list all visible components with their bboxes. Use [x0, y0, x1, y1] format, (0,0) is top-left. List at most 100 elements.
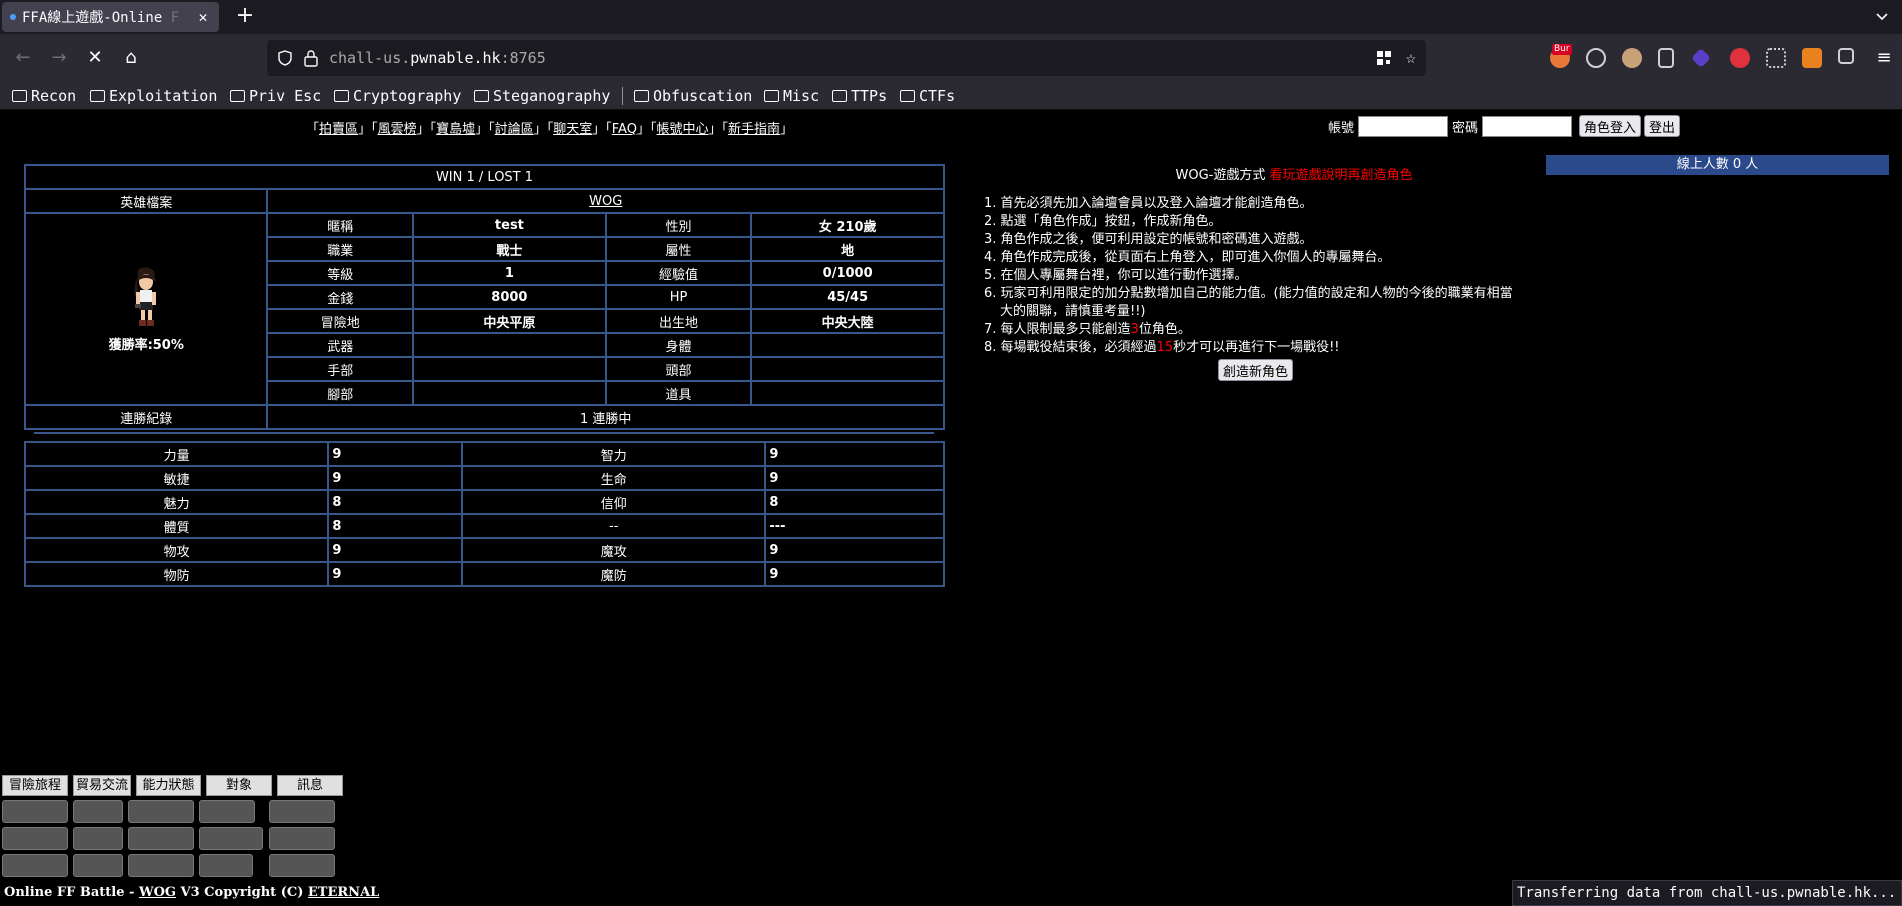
field-value [412, 332, 607, 358]
extensions-puzzle-icon[interactable] [1838, 48, 1854, 64]
menu-disabled-row [2, 854, 348, 877]
guide-item-text: 秒才可以再進行下一場戰役!! [1173, 340, 1340, 355]
field-value [412, 356, 607, 382]
profile-name-link[interactable]: WOG [589, 194, 622, 209]
nav-link-chat[interactable]: 聊天室 [553, 122, 592, 137]
nav-link-faq[interactable]: FAQ [612, 122, 637, 137]
bookmark-folder-exploitation[interactable]: Exploitation [90, 86, 217, 106]
trash-extension-icon[interactable] [1658, 48, 1674, 68]
close-tab-icon[interactable]: ✕ [195, 8, 211, 26]
top-nav-links: 「拍賣區」「風雲榜」「寶島墟」「討論區」「聊天室」「FAQ」「帳號中心」「新手指… [306, 118, 793, 137]
lock-icon[interactable] [303, 49, 319, 67]
hexagon-extension-icon[interactable] [1691, 48, 1711, 68]
bookmark-folder-steganography[interactable]: Steganography [474, 86, 610, 106]
disabled-menu-button [2, 854, 68, 877]
guide-title-link[interactable]: 看玩遊戲說明再創造角色 [1269, 168, 1412, 183]
extension-badge: Bur [1552, 44, 1572, 55]
bottom-menu: 冒險旅程 貿易交流 能力狀態 對象 訊息 [2, 775, 348, 881]
nav-link-beginner-guide[interactable]: 新手指南 [728, 122, 780, 137]
nav-link-market[interactable]: 寶島墟 [436, 122, 475, 137]
account-label: 帳號 [1328, 120, 1355, 136]
guide-item: 1. 首先必須先加入論壇會員以及登入論壇才能創造角色。 [984, 196, 1313, 211]
url-text[interactable]: chall-us.pwnable.hk:8765 [329, 40, 546, 76]
cookie-extension-icon[interactable] [1586, 48, 1606, 68]
qr-code-icon[interactable] [1376, 50, 1392, 66]
field-value: 1 [412, 260, 607, 286]
stat-label: 物防 [23, 561, 330, 587]
menu-tab-adventure[interactable]: 冒險旅程 [2, 775, 68, 796]
new-tab-button[interactable]: + [232, 4, 258, 30]
fox-extension-icon[interactable] [1802, 48, 1822, 68]
menu-tab-trade[interactable]: 貿易交流 [73, 775, 131, 796]
field-label: 屬性 [604, 236, 753, 262]
field-label: HP [604, 284, 753, 310]
address-bar[interactable]: chall-us.pwnable.hk:8765 ☆ [267, 40, 1426, 76]
field-label: 暱稱 [266, 212, 415, 238]
forward-arrow-icon[interactable]: → [47, 46, 71, 70]
field-value: 中央大陸 [750, 308, 945, 334]
disabled-menu-button [269, 827, 335, 850]
field-label: 武器 [266, 332, 415, 358]
bookmark-folder-ctfs[interactable]: CTFs [900, 86, 955, 106]
login-button[interactable]: 角色登入 [1579, 115, 1642, 137]
field-value [750, 380, 945, 406]
bookmark-folder-priv-esc[interactable]: Priv Esc [230, 86, 321, 106]
stat-value: 9 [764, 441, 945, 467]
tracking-shield-icon[interactable] [277, 50, 293, 66]
folder-icon [900, 90, 915, 102]
field-value: 地 [750, 236, 945, 262]
bookmark-folder-misc[interactable]: Misc [764, 86, 819, 106]
ability-stats-table: 力量 9 智力 9 敏捷 9 生命 9 魅力 8 信仰 8 體質 8 -- --- 物攻 9 魔攻 9 物防 9… [23, 441, 945, 587]
bookmark-folder-obfuscation[interactable]: Obfuscation [634, 86, 752, 106]
folder-icon [832, 90, 847, 102]
guide-item: 8. 每場戰役結束後，必須經過15秒才可以再進行下一場戰役!! [984, 339, 1514, 357]
bookmarks-toolbar: Recon Exploitation Priv Esc Cryptography… [0, 82, 1902, 110]
footer-eternal-link[interactable]: ETERNAL [308, 885, 379, 900]
stat-value: 9 [327, 537, 464, 563]
nav-link-ranking[interactable]: 風雲榜 [378, 122, 417, 137]
menu-tab-messages[interactable]: 訊息 [277, 775, 343, 796]
disabled-menu-button [128, 800, 194, 823]
stop-loading-icon[interactable]: ✕ [83, 46, 107, 70]
hamburger-menu-icon[interactable]: ≡ [1872, 46, 1896, 70]
footer-wog-link[interactable]: WOG [139, 885, 176, 900]
account-input[interactable] [1358, 115, 1449, 137]
bookmark-folder-cryptography[interactable]: Cryptography [334, 86, 461, 106]
nav-link-account-center[interactable]: 帳號中心 [656, 122, 708, 137]
bookmark-star-icon[interactable]: ☆ [1406, 49, 1416, 67]
nav-link-auction[interactable]: 拍賣區 [319, 122, 358, 137]
menu-disabled-row [2, 800, 348, 823]
win-loss-record: WIN 1 / LOST 1 [24, 164, 945, 190]
grid-extension-icon[interactable] [1766, 48, 1786, 68]
stat-value: 8 [327, 513, 464, 539]
menu-tab-status[interactable]: 能力狀態 [136, 775, 201, 796]
bookmark-label: Misc [783, 87, 820, 105]
menu-tab-target[interactable]: 對象 [206, 775, 272, 796]
browser-nav-bar: ← → ✕ ⌂ chall-us.pwnable.hk:8765 ☆ ≡ [0, 34, 1902, 82]
guide-item: 6. 玩家可利用限定的加分點數增加自己的能力值。(能力值的設定和人物的今後的職業… [984, 286, 1513, 319]
field-label: 腳部 [266, 380, 415, 406]
nav-link-forum[interactable]: 討論區 [495, 122, 534, 137]
browser-tab[interactable]: FFA線上遊戲-Online F ✕ [2, 2, 219, 32]
create-character-button[interactable]: 創造新角色 [1218, 359, 1294, 381]
logout-button[interactable]: 登出 [1644, 115, 1681, 137]
bookmark-folder-recon[interactable]: Recon [12, 86, 76, 106]
face-extension-icon[interactable] [1622, 48, 1642, 68]
menu-tab-row: 冒險旅程 貿易交流 能力狀態 對象 訊息 [2, 775, 348, 796]
back-arrow-icon[interactable]: ← [11, 46, 35, 70]
disabled-menu-button [269, 854, 335, 877]
bracket-close: 」 [416, 122, 430, 137]
password-input[interactable] [1482, 115, 1573, 137]
footer-copyright: Online FF Battle - WOG V3 Copyright (C) … [4, 885, 379, 900]
field-label: 職業 [266, 236, 415, 262]
stat-label: 物攻 [23, 537, 330, 563]
field-value [750, 332, 945, 358]
stat-value: 9 [764, 465, 945, 491]
tab-list-chevron-icon[interactable] [1874, 8, 1890, 24]
field-value: 0/1000 [750, 260, 945, 286]
adblock-extension-icon[interactable] [1730, 48, 1750, 68]
bracket-close: 」 [358, 122, 372, 137]
bookmark-folder-ttps[interactable]: TTPs [832, 86, 887, 106]
bracket-close: 」 [592, 122, 606, 137]
home-icon[interactable]: ⌂ [119, 46, 143, 70]
